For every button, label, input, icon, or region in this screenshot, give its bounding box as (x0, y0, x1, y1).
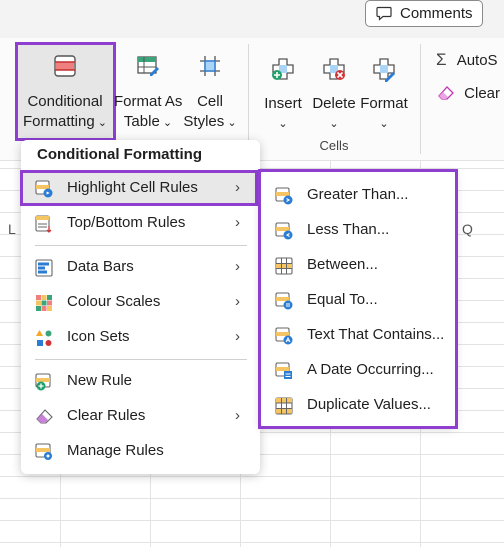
menu-divider (35, 245, 247, 246)
format-button[interactable]: Format ⌄ (358, 44, 410, 134)
column-header-q: Q (462, 221, 473, 237)
cells-group-label: Cells (319, 138, 349, 153)
menu-item-colour-scales[interactable]: Colour Scales › (21, 285, 260, 320)
sigma-icon: Σ (436, 50, 447, 69)
insert-label: Insert (264, 95, 302, 112)
eraser-icon (438, 86, 454, 100)
top-bottom-icon (35, 215, 52, 233)
menu-item-manage-rules[interactable]: Manage Rules (21, 434, 260, 469)
chevron-right-icon: › (235, 407, 240, 424)
comments-button[interactable]: Comments (365, 0, 483, 27)
chevron-down-icon: ⌄ (159, 117, 173, 129)
chevron-right-icon: › (235, 293, 240, 310)
format-label: Format (360, 95, 408, 112)
ribbon-separator (248, 44, 249, 154)
menu-item-data-bars[interactable]: Data Bars › (21, 250, 260, 285)
icon-sets-icon (36, 330, 52, 346)
eraser-icon (36, 409, 53, 424)
comments-label: Comments (400, 5, 473, 22)
menu-item-clear-rules[interactable]: Clear Rules › (21, 399, 260, 434)
format-cells-icon (373, 58, 395, 82)
data-bars-icon (35, 259, 53, 277)
menu-item-icon-sets[interactable]: Icon Sets › (21, 320, 260, 355)
selection-highlight-submenu (258, 169, 458, 429)
autosum-button[interactable]: Σ AutoS (436, 50, 504, 72)
menu-item-new-rule[interactable]: New Rule (21, 364, 260, 399)
delete-label: Delete (312, 95, 356, 112)
menu-divider (35, 359, 247, 360)
new-rule-icon (35, 373, 51, 391)
cell-styles-label-1: Cell (197, 93, 223, 110)
cell-styles-icon (200, 56, 220, 76)
chevron-right-icon: › (235, 258, 240, 275)
insert-button[interactable]: Insert ⌄ (258, 44, 308, 134)
selection-highlight-cf-button (15, 42, 116, 141)
clear-button[interactable]: Clear (438, 85, 504, 107)
manage-rules-icon (35, 443, 52, 460)
menu-item-top-bottom-rules[interactable]: Top/Bottom Rules › (21, 206, 260, 241)
ribbon-separator (420, 44, 421, 154)
chevron-down-icon: ⌄ (278, 118, 288, 130)
delete-cells-icon (323, 58, 345, 80)
insert-cells-icon (272, 58, 294, 80)
chevron-right-icon: › (235, 214, 240, 231)
comment-icon (376, 6, 392, 21)
format-as-table-icon (137, 56, 159, 76)
delete-button[interactable]: Delete ⌄ (309, 44, 359, 134)
selection-highlight-menu-item (20, 170, 258, 206)
colour-scales-icon (36, 295, 52, 311)
chevron-down-icon: ⌄ (379, 118, 389, 130)
chevron-down-icon: ⌄ (329, 118, 339, 130)
menu-header: Conditional Formatting (37, 146, 202, 163)
column-header-l: L (8, 221, 16, 237)
chevron-down-icon: ⌄ (224, 117, 237, 129)
format-as-table-label-1: Format As (114, 93, 183, 110)
format-as-table-label-2: Table ⌄ (123, 113, 173, 130)
cell-styles-button[interactable]: Cell Styles ⌄ (180, 44, 240, 138)
cell-styles-label-2: Styles ⌄ (183, 113, 237, 130)
format-as-table-button[interactable]: Format As Table ⌄ (114, 44, 182, 138)
chevron-right-icon: › (235, 328, 240, 345)
